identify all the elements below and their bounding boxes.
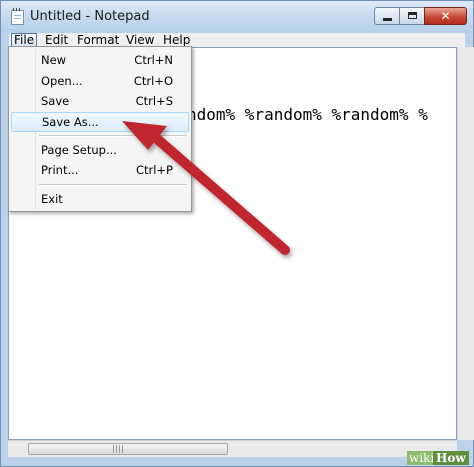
watermark-wiki: wiki bbox=[407, 451, 437, 465]
wikihow-watermark: wiki How bbox=[407, 451, 469, 465]
annotation-arrow-icon bbox=[122, 121, 290, 255]
watermark-how: How bbox=[433, 451, 469, 465]
